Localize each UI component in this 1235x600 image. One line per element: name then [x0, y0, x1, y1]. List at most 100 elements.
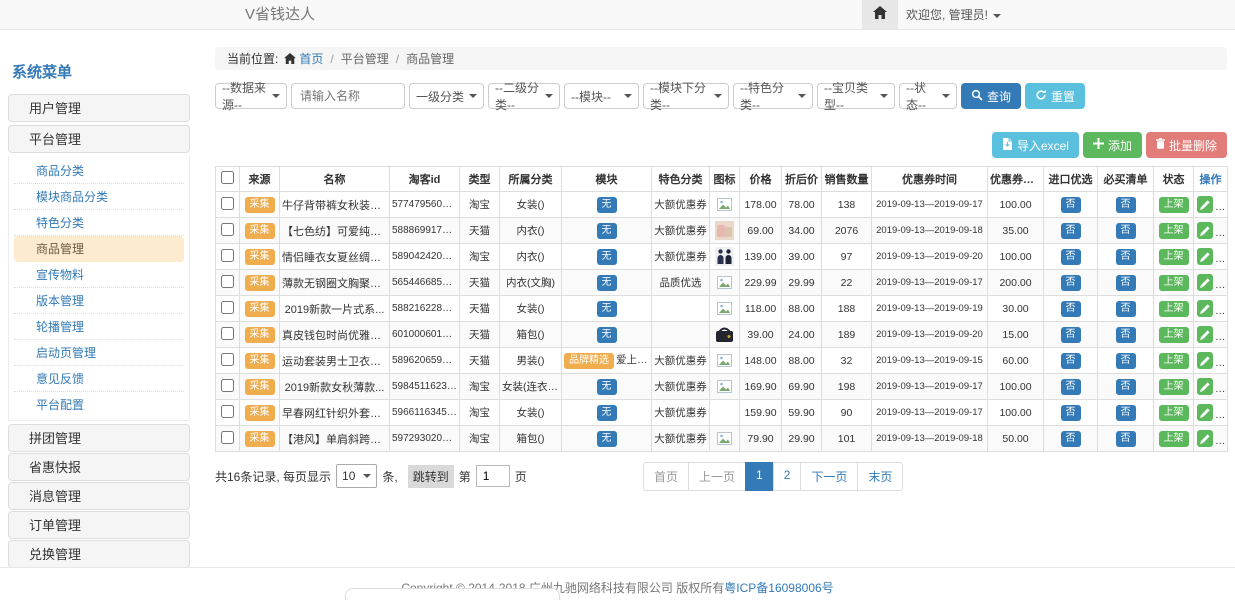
page-button[interactable]: 上一页	[688, 462, 746, 491]
reset-button[interactable]: 重置	[1025, 83, 1085, 109]
status-badge[interactable]: 上架	[1159, 379, 1189, 395]
import-select-badge[interactable]: 否	[1061, 431, 1081, 447]
module-sub-select[interactable]: --模块下分类--	[643, 83, 729, 109]
import-excel-button[interactable]: 导入excel	[992, 132, 1079, 158]
must-buy-badge[interactable]: 否	[1116, 353, 1136, 369]
sidebar-group[interactable]: 拼团管理	[8, 424, 190, 452]
status-badge[interactable]: 上架	[1159, 405, 1189, 421]
sidebar-group[interactable]: 平台管理	[8, 125, 190, 153]
sidebar-group[interactable]: 用户管理	[8, 94, 190, 122]
import-select-badge[interactable]: 否	[1061, 353, 1081, 369]
import-select-badge[interactable]: 否	[1061, 249, 1081, 265]
discount-price: 29.90	[782, 426, 822, 452]
sidebar-group[interactable]: 省惠快报	[8, 453, 190, 481]
must-buy-badge[interactable]: 否	[1116, 249, 1136, 265]
row-checkbox[interactable]	[221, 405, 234, 418]
column-header: 特色分类	[652, 167, 710, 192]
status-badge[interactable]: 上架	[1159, 327, 1189, 343]
status-badge[interactable]: 上架	[1159, 431, 1189, 447]
add-button[interactable]: 添加	[1083, 132, 1142, 158]
row-checkbox[interactable]	[221, 197, 234, 210]
edit-button[interactable]	[1197, 404, 1213, 421]
breadcrumb-home-link[interactable]: 首页	[299, 50, 323, 67]
sales-count: 188	[822, 296, 872, 322]
must-buy-badge[interactable]: 否	[1116, 327, 1136, 343]
page-button[interactable]: 末页	[857, 462, 903, 491]
category2-select[interactable]: --二级分类--	[488, 83, 560, 109]
import-select-badge[interactable]: 否	[1061, 275, 1081, 291]
row-checkbox[interactable]	[221, 431, 234, 444]
row-checkbox[interactable]	[221, 327, 234, 340]
name-search-input[interactable]	[291, 83, 405, 109]
clipped-panel	[345, 588, 560, 600]
edit-button[interactable]	[1197, 196, 1213, 213]
must-buy-badge[interactable]: 否	[1116, 405, 1136, 421]
sidebar-item[interactable]: 特色分类	[14, 210, 184, 236]
edit-button[interactable]	[1197, 430, 1213, 447]
batch-delete-button[interactable]: 批量删除	[1146, 132, 1227, 158]
import-select-badge[interactable]: 否	[1061, 223, 1081, 239]
must-buy-badge[interactable]: 否	[1116, 431, 1136, 447]
row-checkbox[interactable]	[221, 353, 234, 366]
status-badge[interactable]: 上架	[1159, 197, 1189, 213]
row-checkbox[interactable]	[221, 223, 234, 236]
item-type-select[interactable]: --宝贝类型--	[817, 83, 895, 109]
edit-button[interactable]	[1197, 326, 1213, 343]
must-buy-badge[interactable]: 否	[1116, 197, 1136, 213]
edit-button[interactable]	[1197, 222, 1213, 239]
row-checkbox[interactable]	[221, 379, 234, 392]
sidebar-item[interactable]: 轮播管理	[14, 314, 184, 340]
edit-button[interactable]	[1197, 248, 1213, 265]
must-buy-badge[interactable]: 否	[1116, 379, 1136, 395]
page-button[interactable]: 1	[745, 462, 774, 491]
edit-button[interactable]	[1197, 378, 1213, 395]
import-select-badge[interactable]: 否	[1061, 379, 1081, 395]
must-buy-badge[interactable]: 否	[1116, 223, 1136, 239]
sidebar-group[interactable]: 消息管理	[8, 482, 190, 510]
data-source-select[interactable]: --数据来源--	[215, 83, 287, 109]
must-buy-badge[interactable]: 否	[1116, 301, 1136, 317]
feature-select[interactable]: --特色分类--	[733, 83, 813, 109]
status-badge[interactable]: 上架	[1159, 301, 1189, 317]
sidebar-item[interactable]: 启动页管理	[14, 340, 184, 366]
sidebar-group[interactable]: 兑换管理	[8, 540, 190, 568]
sidebar-item[interactable]: 宣传物料	[14, 262, 184, 288]
status-select[interactable]: --状态--	[899, 83, 957, 109]
import-select-badge[interactable]: 否	[1061, 197, 1081, 213]
edit-button[interactable]	[1197, 352, 1213, 369]
status-badge[interactable]: 上架	[1159, 223, 1189, 239]
jump-button[interactable]: 跳转到	[408, 465, 454, 488]
edit-button[interactable]	[1197, 300, 1213, 317]
page-button[interactable]: 下一页	[800, 462, 858, 491]
sidebar-item[interactable]: 模块商品分类	[14, 184, 184, 210]
sidebar-item[interactable]: 版本管理	[14, 288, 184, 314]
edit-button[interactable]	[1197, 274, 1213, 291]
home-button[interactable]	[862, 0, 898, 30]
sidebar-item[interactable]: 平台配置	[14, 392, 184, 418]
sidebar-item[interactable]: 商品管理	[14, 236, 184, 262]
per-page-select[interactable]: 10	[336, 464, 377, 488]
status-badge[interactable]: 上架	[1159, 275, 1189, 291]
page-button[interactable]: 首页	[643, 462, 689, 491]
row-checkbox[interactable]	[221, 275, 234, 288]
page-number-input[interactable]	[476, 465, 510, 487]
select-all-checkbox[interactable]	[221, 171, 234, 184]
row-checkbox[interactable]	[221, 301, 234, 314]
sidebar-group[interactable]: 订单管理	[8, 511, 190, 539]
status-badge[interactable]: 上架	[1159, 249, 1189, 265]
search-button[interactable]: 查询	[961, 83, 1021, 109]
icp-link[interactable]: 粤ICP备16098006号	[724, 581, 833, 595]
page-button[interactable]: 2	[773, 462, 802, 491]
import-select-badge[interactable]: 否	[1061, 301, 1081, 317]
sidebar-item[interactable]: 商品分类	[14, 158, 184, 184]
module-select[interactable]: --模块--	[564, 83, 639, 109]
sidebar-item[interactable]: 意见反馈	[14, 366, 184, 392]
row-checkbox[interactable]	[221, 249, 234, 262]
user-menu[interactable]: 欢迎您, 管理员!	[906, 0, 1001, 30]
import-select-badge[interactable]: 否	[1061, 327, 1081, 343]
category1-select[interactable]: 一级分类	[409, 83, 484, 109]
column-header: 图标	[710, 167, 740, 192]
status-badge[interactable]: 上架	[1159, 353, 1189, 369]
import-select-badge[interactable]: 否	[1061, 405, 1081, 421]
must-buy-badge[interactable]: 否	[1116, 275, 1136, 291]
